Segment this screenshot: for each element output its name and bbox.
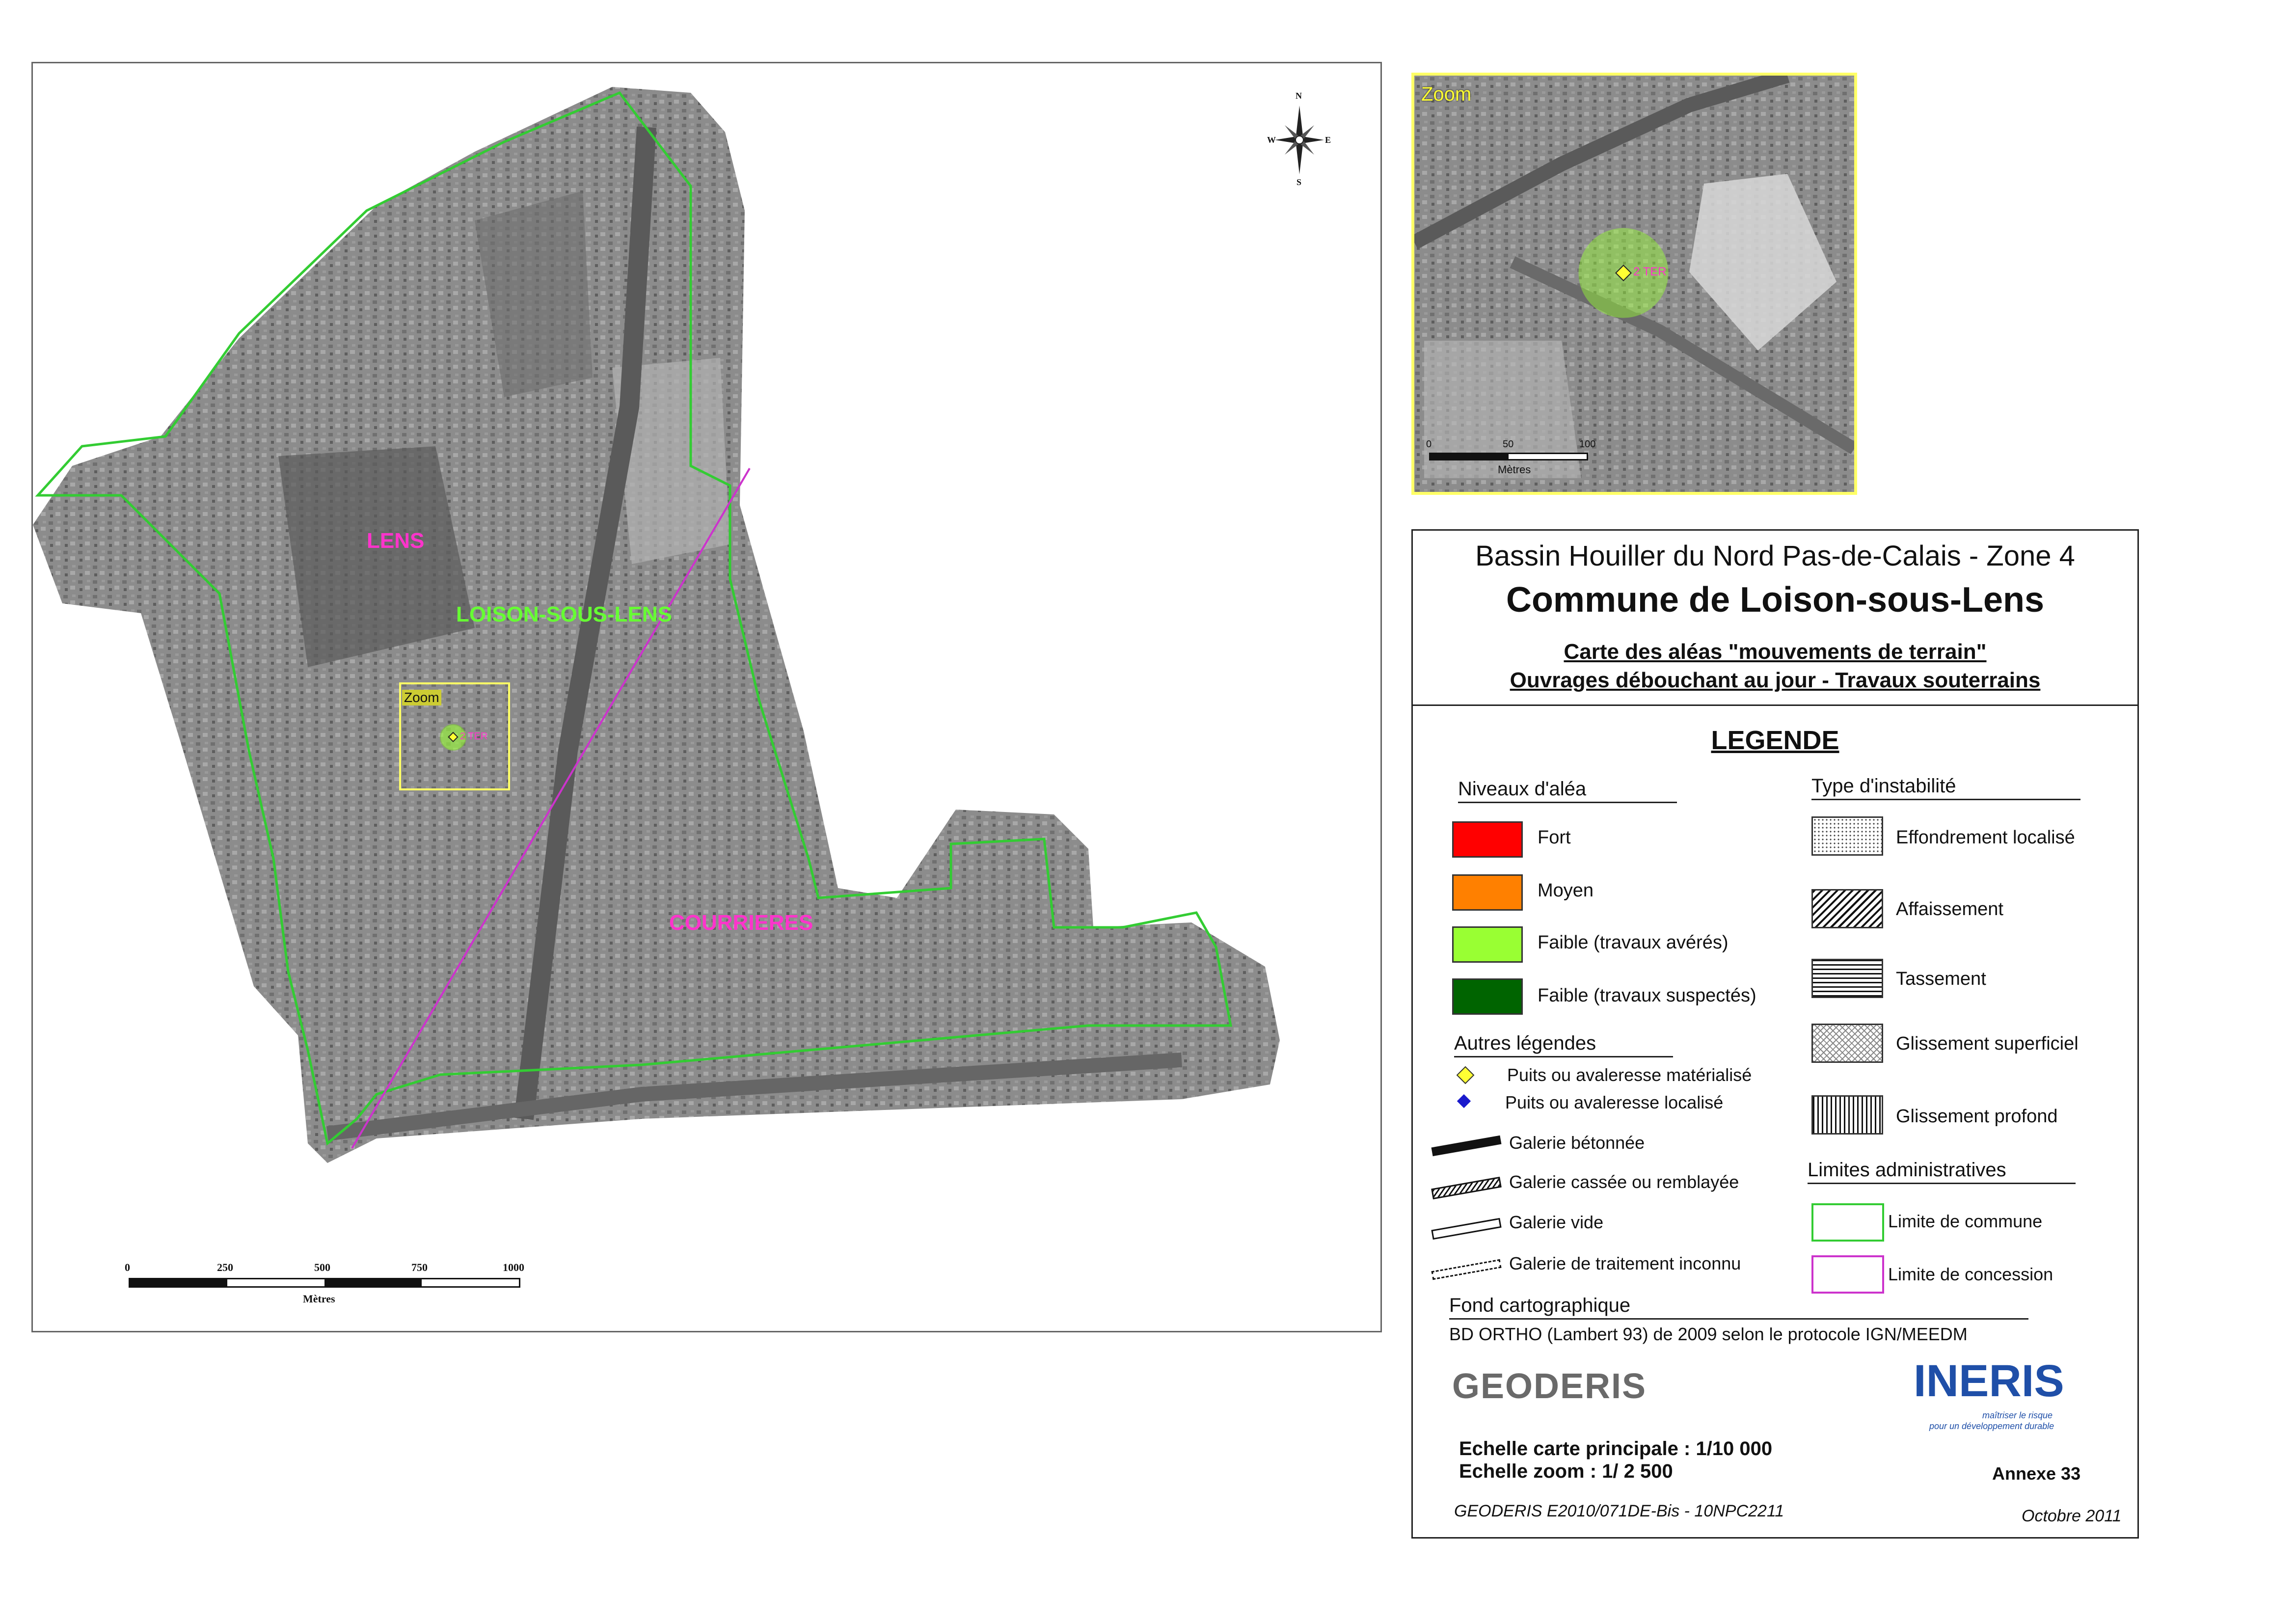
zoom-puits-label: 2 TER — [1633, 265, 1667, 278]
date-text: Octobre 2011 — [2022, 1507, 2122, 1525]
reference-code: GEODERIS E2010/071DE-Bis - 10NPC2211 — [1454, 1502, 1784, 1520]
pattern-glissement-superficiel — [1811, 1024, 1883, 1063]
label-loison-sous-lens: LOISON-SOUS-LENS — [456, 602, 673, 626]
scale-tick-750: 750 — [411, 1261, 428, 1273]
title-line4: Ouvrages débouchant au jour - Travaux so… — [1510, 668, 2041, 692]
scale-bar-graphic — [129, 1278, 520, 1288]
icon-galerie-cassee — [1431, 1176, 1502, 1200]
main-scale-bar: 0 250 500 750 1000 Mètres — [125, 1261, 531, 1315]
autres-underline — [1454, 1056, 1673, 1057]
compass-e: E — [1325, 135, 1331, 145]
pattern-effondrement — [1811, 816, 1883, 856]
label-fort: Fort — [1538, 827, 1571, 848]
pattern-tassement — [1811, 959, 1883, 998]
zoom-scale-tick-0: 0 — [1426, 439, 1432, 450]
label-limite-concession: Limite de concession — [1888, 1264, 2053, 1284]
autres-heading: Autres légendes — [1454, 1032, 1596, 1054]
fond-heading: Fond cartographique — [1449, 1295, 1631, 1316]
label-galerie-inconnu: Galerie de traitement inconnu — [1509, 1253, 1741, 1273]
swatch-faible-suspectes — [1452, 978, 1523, 1015]
echelle-zoom: Echelle zoom : 1/ 2 500 — [1459, 1461, 1673, 1482]
pattern-affaissement — [1811, 889, 1883, 928]
icon-puits-localise — [1457, 1094, 1471, 1109]
label-puits-materialise: Puits ou avaleresse matérialisé — [1507, 1065, 1752, 1085]
label-puits-localise: Puits ou avaleresse localisé — [1505, 1092, 1724, 1112]
type-underline — [1811, 799, 2080, 800]
logo-geoderis: GEODERIS — [1452, 1367, 1647, 1406]
compass-rose: N S E W — [1267, 91, 1331, 189]
scale-tick-250: 250 — [217, 1261, 233, 1273]
zoom-scale-bar: 0 50 100 Mètres — [1426, 439, 1601, 483]
niveaux-underline — [1458, 802, 1677, 803]
zoom-scale-tick-50: 50 — [1503, 439, 1514, 450]
scale-tick-500: 500 — [314, 1261, 330, 1273]
scale-tick-0: 0 — [125, 1261, 130, 1273]
main-map-frame: LENS LOISON-SOUS-LENS COURRIERES Zoom 2 … — [31, 62, 1382, 1332]
swatch-fort — [1452, 821, 1523, 858]
label-puits-main: 2 TER — [460, 731, 488, 742]
title-line1: Bassin Houiller du Nord Pas-de-Calais - … — [1475, 540, 2075, 572]
zoom-scale-unit: Mètres — [1498, 463, 1531, 476]
label-affaissement: Affaissement — [1896, 899, 2003, 920]
ineris-tagline1: maîtriser le risque — [1982, 1410, 2053, 1420]
zoom-scale-tick-100: 100 — [1579, 439, 1596, 450]
zoom-title: Zoom — [1421, 83, 1472, 105]
label-glissement-superficiel: Glissement superficiel — [1896, 1033, 2079, 1054]
title-divider — [1413, 704, 2137, 706]
icon-puits-materialise — [1456, 1066, 1475, 1084]
title-line3: Carte des aléas "mouvements de terrain" — [1564, 640, 1987, 664]
fond-underline — [1449, 1318, 2028, 1320]
label-limite-commune: Limite de commune — [1888, 1211, 2043, 1231]
label-faible-averes: Faible (travaux avérés) — [1538, 932, 1729, 953]
icon-galerie-inconnu — [1431, 1259, 1502, 1280]
swatch-moyen — [1452, 874, 1523, 911]
limites-underline — [1808, 1183, 2076, 1184]
label-effondrement: Effondrement localisé — [1896, 827, 2075, 848]
main-map-svg — [33, 87, 1280, 1163]
scale-unit: Mètres — [303, 1293, 335, 1305]
limites-heading: Limites administratives — [1808, 1159, 2006, 1181]
zoom-inset: Zoom 2 TER 0 50 100 Mètres — [1411, 73, 1857, 495]
echelle-principale: Echelle carte principale : 1/10 000 — [1459, 1438, 1773, 1460]
legend-title: LEGENDE — [1711, 726, 1839, 755]
label-galerie-cassee: Galerie cassée ou remblayée — [1509, 1172, 1739, 1192]
zoom-scale-graphic — [1429, 453, 1588, 460]
fond-text: BD ORTHO (Lambert 93) de 2009 selon le p… — [1449, 1324, 1968, 1344]
annexe-number: Annexe 33 — [1992, 1463, 2081, 1484]
label-galerie-betonnee: Galerie bétonnée — [1509, 1133, 1645, 1153]
label-faible-suspectes: Faible (travaux suspectés) — [1538, 985, 1756, 1006]
scale-tick-1000: 1000 — [503, 1261, 524, 1273]
title-line2: Commune de Loison-sous-Lens — [1506, 580, 2045, 620]
compass-s: S — [1297, 177, 1302, 187]
label-tassement: Tassement — [1896, 969, 1986, 989]
label-galerie-vide: Galerie vide — [1509, 1212, 1604, 1232]
niveaux-heading: Niveaux d'aléa — [1458, 778, 1587, 800]
label-zoom-main: Zoom — [402, 690, 441, 705]
label-lens: LENS — [367, 529, 425, 553]
type-heading: Type d'instabilité — [1811, 775, 1956, 797]
swatch-faible-averes — [1452, 926, 1523, 963]
icon-limite-concession — [1811, 1255, 1884, 1294]
compass-n: N — [1296, 91, 1302, 101]
icon-galerie-vide — [1431, 1217, 1502, 1240]
label-moyen: Moyen — [1538, 880, 1594, 901]
legend-panel: Bassin Houiller du Nord Pas-de-Calais - … — [1411, 529, 2139, 1539]
zoom-inset-svg — [1414, 76, 1854, 492]
pattern-glissement-profond — [1811, 1095, 1883, 1135]
icon-limite-commune — [1811, 1203, 1884, 1242]
label-glissement-profond: Glissement profond — [1896, 1106, 2058, 1127]
icon-galerie-betonnee — [1431, 1135, 1502, 1157]
label-courrieres: COURRIERES — [669, 911, 813, 935]
ineris-tagline2: pour un développement durable — [1929, 1421, 2054, 1431]
logo-ineris: INERIS — [1914, 1356, 2064, 1406]
compass-w: W — [1267, 135, 1276, 145]
